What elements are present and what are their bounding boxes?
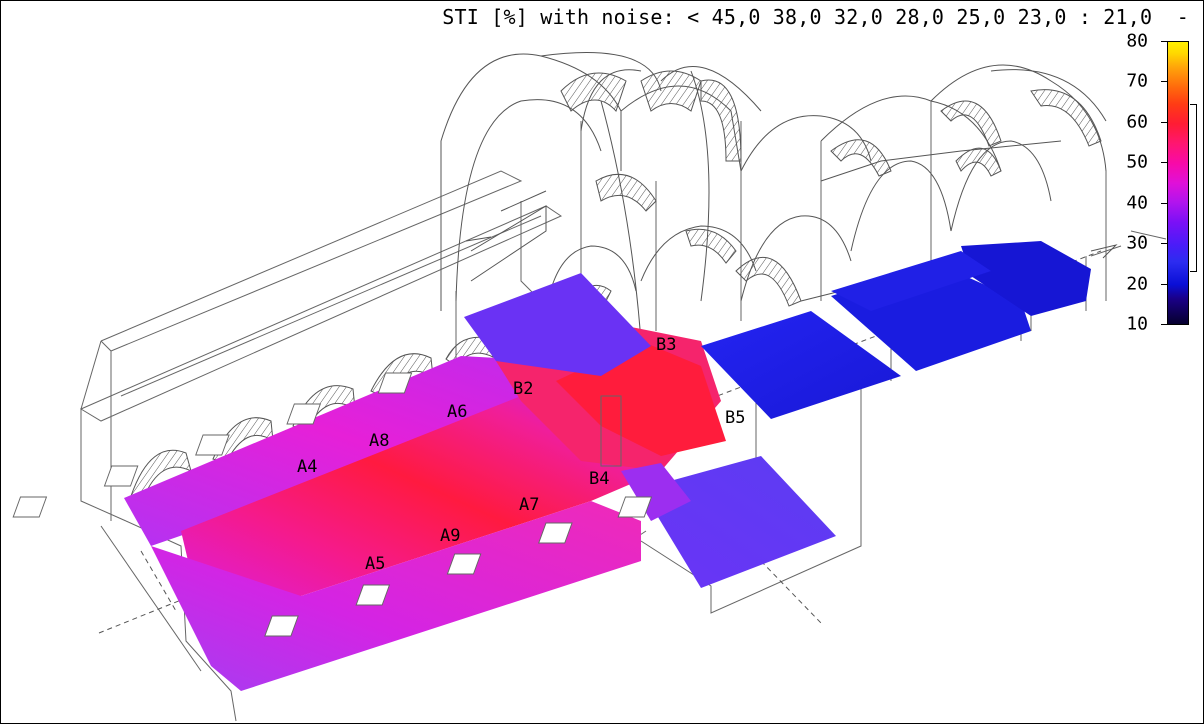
receiver-label: B3 — [656, 335, 676, 355]
plot-title: STI [%] with noise: < 45,0 38,0 32,0 28,… — [442, 5, 1189, 29]
colorbar-tick-label: 70 — [1126, 70, 1148, 92]
colorbar-tick-mark — [1161, 122, 1167, 123]
colorbar-tick-label: 10 — [1126, 313, 1148, 335]
room-acoustics-3d-view[interactable]: A4 A8 A6 A5 A9 A7 B2 B3 B4 B5 — [1, 1, 1204, 724]
receiver-label: A8 — [369, 431, 389, 451]
colorbar-tick-mark — [1161, 203, 1167, 204]
receiver-label: B4 — [589, 469, 609, 489]
colorbar-tick-mark — [1161, 324, 1167, 325]
colorbar-tick-mark — [1161, 41, 1167, 42]
receiver-label: A4 — [297, 457, 317, 477]
receiver-label: A6 — [447, 402, 467, 422]
colorbar-tick-label: 50 — [1126, 151, 1148, 173]
colorbar-tick-label: 40 — [1126, 192, 1148, 214]
receiver-label: A5 — [365, 554, 385, 574]
receiver-label: A9 — [440, 526, 460, 546]
receiver-label: B5 — [725, 408, 745, 428]
colorbar-tick-mark — [1161, 81, 1167, 82]
colorbar-tick-label: 60 — [1126, 111, 1148, 133]
colorbar-tick-mark — [1161, 162, 1167, 163]
noise-range-bracket — [1190, 104, 1197, 272]
color-scale-bar — [1167, 41, 1189, 325]
receiver-label: B2 — [513, 379, 533, 399]
colorbar-tick-label: 80 — [1126, 30, 1148, 52]
colorbar-tick-label: 20 — [1126, 273, 1148, 295]
model-viewer[interactable]: A4 A8 A6 A5 A9 A7 B2 B3 B4 B5 STI [%] wi… — [0, 0, 1204, 724]
colorbar-tick-mark — [1161, 243, 1167, 244]
receiver-label: A7 — [519, 495, 539, 515]
colorbar-tick-mark — [1161, 284, 1167, 285]
colorbar-tick-label: 30 — [1126, 232, 1148, 254]
